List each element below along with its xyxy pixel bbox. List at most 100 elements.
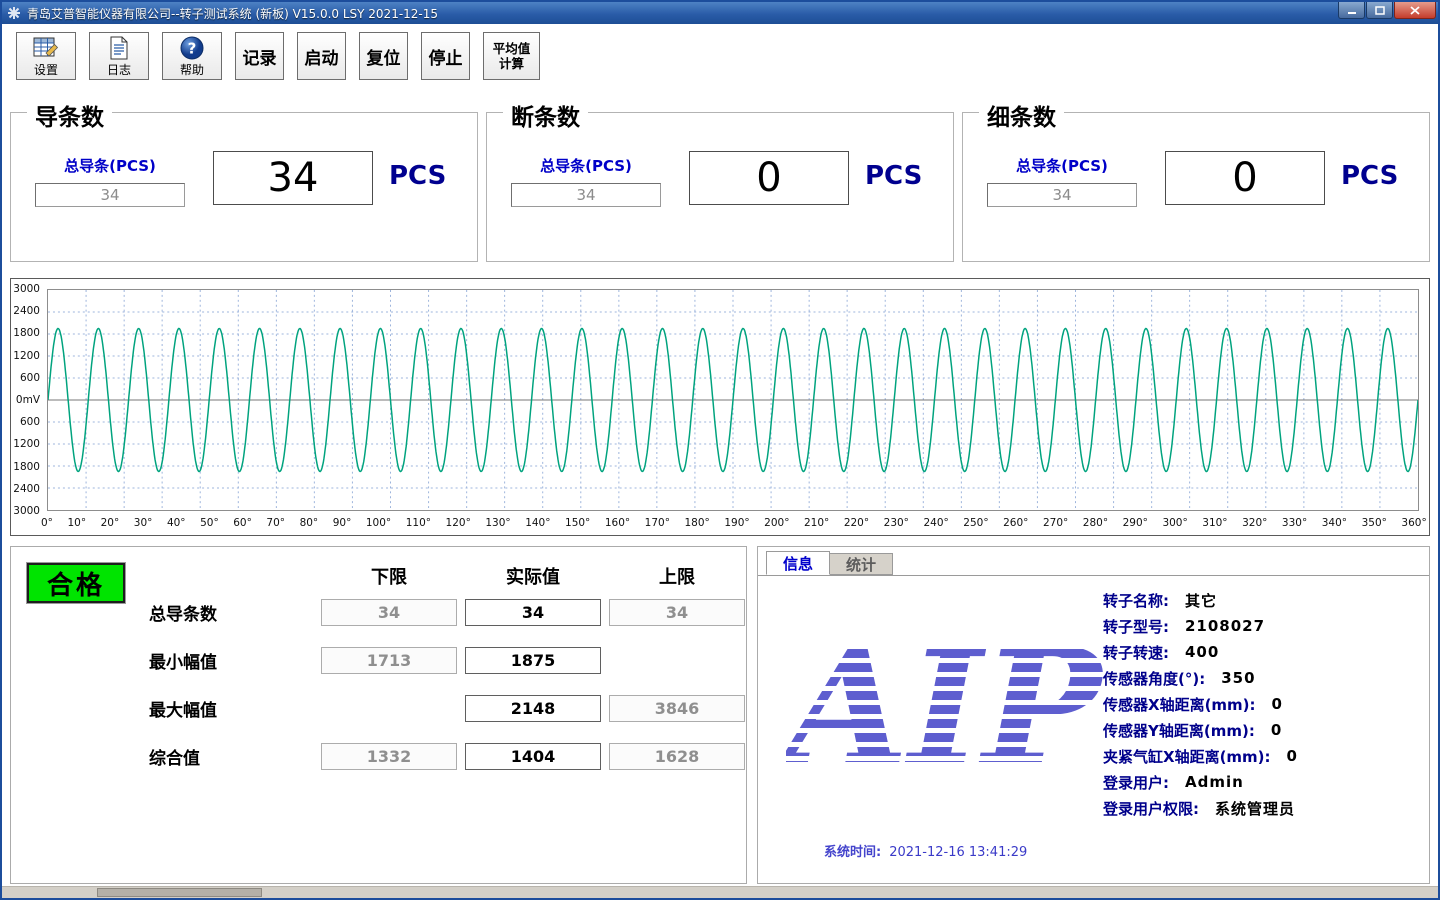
rotor-name-value: 其它: [1185, 590, 1217, 611]
start-button-label: 启动: [305, 44, 339, 69]
record-button-label: 记录: [243, 44, 277, 69]
x-tick: 300°: [1162, 517, 1187, 531]
bottom-scrollbar[interactable]: [2, 886, 1438, 898]
average-calc-button[interactable]: 平均值 计算: [483, 32, 540, 80]
row-label-composite: 综合值: [141, 743, 313, 770]
x-tick: 360°: [1401, 517, 1426, 531]
x-tick: 200°: [764, 517, 789, 531]
maximize-button[interactable]: [1366, 2, 1393, 19]
status-badge: 合格: [27, 563, 125, 603]
tab-info[interactable]: 信息: [766, 551, 830, 575]
log-button[interactable]: 日志: [89, 32, 149, 80]
min-amplitude-upper-empty: [609, 647, 745, 674]
broken-total-input[interactable]: 34: [511, 183, 661, 207]
y-tick: 600: [20, 416, 40, 428]
x-tick: 30°: [134, 517, 153, 531]
rotor-model-label: 转子型号:: [1103, 616, 1169, 637]
y-tick: 1800: [13, 461, 40, 473]
close-button[interactable]: [1394, 2, 1436, 19]
sensor-angle-label: 传感器角度(°):: [1103, 668, 1205, 689]
login-role-label: 登录用户权限:: [1103, 798, 1199, 819]
x-tick: 100°: [366, 517, 391, 531]
x-tick: 250°: [963, 517, 988, 531]
svg-text:?: ?: [188, 39, 197, 57]
y-tick: 2400: [13, 305, 40, 317]
composite-upper[interactable]: 1628: [609, 743, 745, 770]
group-thin-bars-title: 细条数: [979, 98, 1064, 132]
x-tick: 170°: [645, 517, 670, 531]
waveform-plot: [47, 289, 1419, 511]
help-button[interactable]: ? 帮助: [162, 32, 222, 80]
app-window: 青岛艾普智能仪器有限公司--转子测试系统 (新板) V15.0.0 LSY 20…: [0, 0, 1440, 900]
row-label-max-amplitude: 最大幅值: [141, 695, 313, 722]
x-tick: 330°: [1282, 517, 1307, 531]
aip-logo-stripes: [786, 635, 1116, 783]
min-amplitude-actual[interactable]: 1875: [465, 647, 601, 674]
bar-count-display: 34: [213, 151, 373, 205]
tab-statistics[interactable]: 统计: [830, 553, 893, 575]
stop-button[interactable]: 停止: [421, 32, 470, 80]
aip-logo: AIP: [786, 635, 1116, 783]
clamp-cylinder-x-label: 夹紧气缸X轴距离(mm):: [1103, 746, 1271, 767]
x-tick: 290°: [1123, 517, 1148, 531]
reset-button[interactable]: 复位: [359, 32, 408, 80]
x-tick: 10°: [67, 517, 86, 531]
waveform-chart: 30002400180012006000mV600120018002400300…: [10, 278, 1430, 536]
tab-strip-line: [758, 575, 1429, 576]
x-tick: 130°: [485, 517, 510, 531]
start-button[interactable]: 启动: [297, 32, 346, 80]
y-tick: 2400: [13, 483, 40, 495]
system-time: 系统时间:2021-12-16 13:41:29: [824, 841, 1027, 860]
total-bars-input[interactable]: 34: [35, 183, 185, 207]
col-header-actual: 实际值: [465, 563, 601, 589]
login-user-value: Admin: [1185, 773, 1244, 791]
x-tick: 220°: [844, 517, 869, 531]
total-bars-upper[interactable]: 34: [609, 599, 745, 626]
help-icon: ?: [180, 35, 204, 61]
settings-button[interactable]: 设置: [16, 32, 76, 80]
result-panel: 合格 下限 实际值 上限 总导条数 34 34 34 最小幅值 1713 187…: [10, 546, 747, 884]
col-header-lower: 下限: [321, 563, 457, 589]
app-icon: [6, 5, 22, 21]
rotor-model-value: 2108027: [1185, 617, 1265, 635]
title-bar[interactable]: 青岛艾普智能仪器有限公司--转子测试系统 (新板) V15.0.0 LSY 20…: [2, 2, 1438, 24]
login-user-label: 登录用户:: [1103, 772, 1169, 793]
y-tick: 1200: [13, 438, 40, 450]
x-tick: 350°: [1362, 517, 1387, 531]
x-tick: 340°: [1322, 517, 1347, 531]
y-axis-ticks: 30002400180012006000mV600120018002400300…: [11, 283, 44, 517]
composite-actual[interactable]: 1404: [465, 743, 601, 770]
minimize-button[interactable]: [1338, 2, 1365, 19]
thin-total-input[interactable]: 34: [987, 183, 1137, 207]
total-bars-lower[interactable]: 34: [321, 599, 457, 626]
row-label-min-amplitude: 最小幅值: [141, 647, 313, 674]
sensor-angle-value: 350: [1221, 669, 1255, 687]
group-thin-bars: 细条数 总导条(PCS) 34 0 PCS: [962, 112, 1430, 262]
col-header-upper: 上限: [609, 563, 745, 589]
x-tick: 40°: [167, 517, 186, 531]
broken-count-unit: PCS: [865, 161, 922, 191]
help-button-label: 帮助: [180, 61, 204, 78]
log-button-label: 日志: [107, 61, 131, 78]
composite-lower[interactable]: 1332: [321, 743, 457, 770]
settings-icon: [33, 35, 59, 61]
stop-button-label: 停止: [429, 44, 463, 69]
x-tick: 20°: [101, 517, 120, 531]
max-amplitude-upper[interactable]: 3846: [609, 695, 745, 722]
info-panel: 信息 统计 AIP 转子名称:其它 转子型号:2108027 转子转速:400 …: [757, 546, 1430, 884]
total-bars-actual[interactable]: 34: [465, 599, 601, 626]
scrollbar-thumb[interactable]: [97, 888, 262, 897]
min-amplitude-lower[interactable]: 1713: [321, 647, 457, 674]
waveform-svg: [48, 290, 1418, 510]
record-button[interactable]: 记录: [235, 32, 284, 80]
sensor-x-distance-value: 0: [1272, 695, 1283, 713]
info-tabs: 信息 统计: [766, 551, 893, 575]
total-bars-label: 总导条(PCS): [35, 155, 185, 176]
log-icon: [109, 35, 129, 61]
thin-count-unit: PCS: [1341, 161, 1398, 191]
group-broken-bars: 断条数 总导条(PCS) 34 0 PCS: [486, 112, 954, 262]
sensor-x-distance-label: 传感器X轴距离(mm):: [1103, 694, 1256, 715]
sensor-y-distance-value: 0: [1271, 721, 1282, 739]
y-tick: 1800: [13, 327, 40, 339]
max-amplitude-actual[interactable]: 2148: [465, 695, 601, 722]
